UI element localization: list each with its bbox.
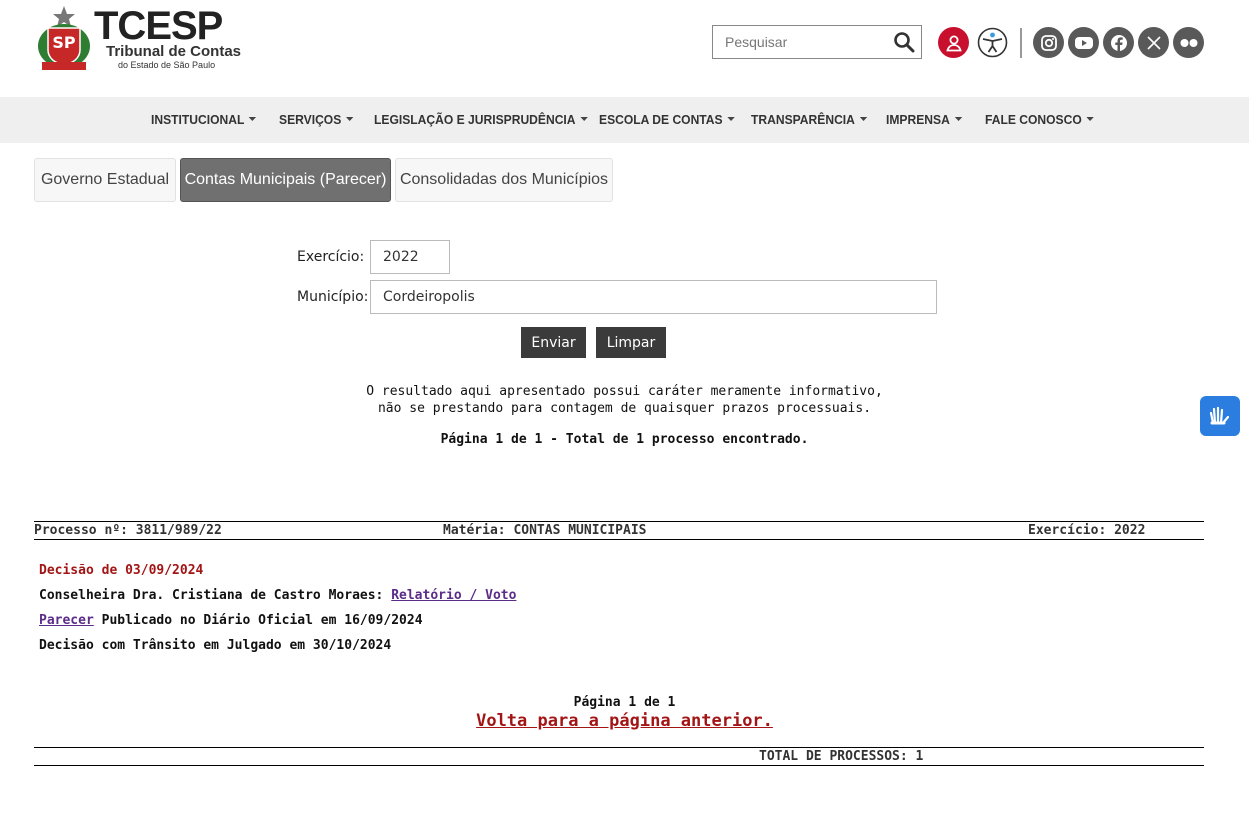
tab-contas-municipais[interactable]: Contas Municipais (Parecer) — [180, 158, 391, 202]
pagination-bottom: Página 1 de 1 — [573, 695, 676, 710]
sp-crest-icon: SP — [38, 6, 90, 70]
nav-item-fale-conosco[interactable]: FALE CONOSCO — [985, 112, 1094, 127]
total-bottom-rule — [34, 765, 1204, 766]
header-divider — [1020, 28, 1022, 58]
decision-parecer-row: Parecer Publicado no Diário Oficial em 1… — [39, 613, 423, 628]
total-top-rule — [34, 747, 1204, 748]
search-icon[interactable] — [893, 31, 915, 53]
site-header: SP TCESP Tribunal de Contas do Estado de… — [0, 0, 1249, 97]
logo-subtitle-state: do Estado de São Paulo — [118, 60, 216, 70]
decision-date: Decisão de 03/09/2024 — [39, 563, 204, 578]
decision-transit: Decisão com Trânsito em Julgado em 30/10… — [39, 638, 392, 653]
submit-button[interactable]: Enviar — [521, 327, 586, 358]
tab-consolidadas-municipios[interactable]: Consolidadas dos Municípios — [395, 158, 613, 202]
search-input[interactable] — [725, 34, 885, 50]
process-materia: Matéria: CONTAS MUNICIPAIS — [443, 523, 647, 538]
exercicio-field[interactable]: 2022 — [370, 240, 450, 274]
nav-item-transparencia[interactable]: TRANSPARÊNCIA — [751, 112, 867, 127]
clear-button[interactable]: Limpar — [596, 327, 666, 358]
tcesp-logo[interactable]: SP TCESP Tribunal de Contas do Estado de… — [34, 4, 249, 74]
municipio-label: Município: — [297, 289, 369, 305]
instagram-icon[interactable] — [1033, 27, 1064, 58]
decision-councillor-row: Conselheira Dra. Cristiana de Castro Mor… — [39, 588, 516, 603]
nav-item-servicos[interactable]: SERVIÇOS — [279, 112, 353, 127]
accessibility-icon[interactable] — [977, 27, 1008, 58]
parecer-link[interactable]: Parecer — [39, 613, 94, 628]
table-top-rule — [34, 521, 1204, 522]
search-box — [712, 25, 922, 59]
crest-lettering: SP — [52, 33, 76, 52]
back-link[interactable]: Volta para a página anterior. — [476, 711, 773, 731]
nav-item-legislacao[interactable]: LEGISLAÇÃO E JURISPRUDÊNCIA — [374, 112, 588, 127]
process-number: Processo nº: 3811/989/22 — [34, 523, 222, 538]
municipio-field[interactable]: Cordeiropolis — [370, 280, 937, 314]
youtube-icon[interactable] — [1068, 27, 1099, 58]
nav-item-institucional[interactable]: INSTITUCIONAL — [151, 112, 256, 127]
logo-subtitle: Tribunal de Contas — [106, 43, 242, 60]
facebook-icon[interactable] — [1103, 27, 1134, 58]
report-vote-link[interactable]: Relatório / Voto — [391, 588, 516, 603]
sign-language-icon[interactable] — [1200, 396, 1240, 436]
x-icon[interactable] — [1138, 27, 1169, 58]
table-header-rule — [34, 539, 1204, 540]
pagination-summary: Página 1 de 1 - Total de 1 processo enco… — [440, 432, 809, 447]
logo-title: TCESP — [94, 4, 223, 48]
process-exercicio: Exercício: 2022 — [1028, 523, 1146, 538]
councillor-name: Conselheira Dra. Cristiana de Castro Mor… — [39, 588, 384, 603]
flickr-icon[interactable] — [1173, 27, 1204, 58]
user-icon[interactable] — [938, 27, 969, 58]
main-nav: INSTITUCIONAL SERVIÇOS LEGISLAÇÃO E JURI… — [0, 97, 1249, 143]
nav-item-imprensa[interactable]: IMPRENSA — [886, 112, 962, 127]
nav-item-escola-de-contas[interactable]: ESCOLA DE CONTAS — [599, 112, 735, 127]
published-text: Publicado no Diário Oficial em 16/09/202… — [101, 613, 423, 628]
disclaimer-line-1: O resultado aqui apresentado possui cará… — [366, 384, 883, 399]
back-link-row: Volta para a página anterior. — [0, 711, 1249, 731]
total-processes: TOTAL DE PROCESSOS: 1 — [759, 749, 924, 764]
disclaimer-line-2: não se prestando para contagem de quaisq… — [377, 401, 872, 416]
tab-governo-estadual[interactable]: Governo Estadual — [34, 158, 176, 202]
exercicio-label: Exercício: — [297, 249, 365, 265]
